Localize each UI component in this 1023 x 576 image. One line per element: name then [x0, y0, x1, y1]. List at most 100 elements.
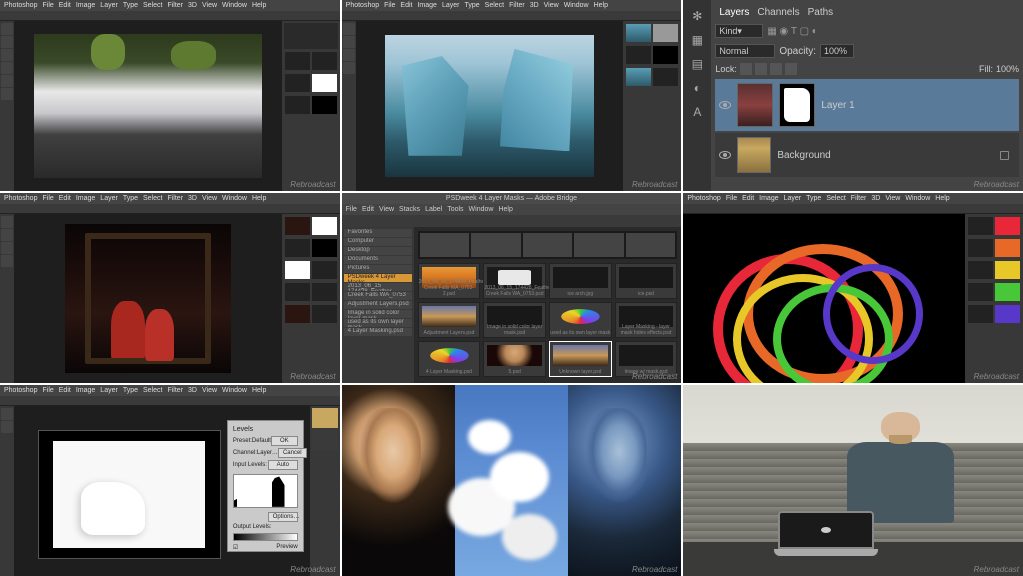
- auto-button[interactable]: Auto: [268, 460, 298, 470]
- cancel-button[interactable]: Cancel: [278, 448, 307, 458]
- right-panels: [623, 21, 681, 191]
- file-thumb[interactable]: Image in solid color layer mask.psd: [483, 302, 546, 338]
- tools-panel[interactable]: [0, 214, 14, 384]
- file-thumb[interactable]: 5.psd: [483, 341, 546, 377]
- file-thumb[interactable]: Adjustment Layers.psd: [418, 302, 481, 338]
- levels-dialog[interactable]: Levels Preset:DefaultOK Channel:Layer…Ca…: [227, 420, 304, 552]
- right-panels: [310, 406, 340, 576]
- layer-thumbnail[interactable]: [737, 137, 771, 173]
- rings-image: [683, 214, 965, 384]
- adjustments-icon[interactable]: ◐: [689, 80, 705, 96]
- photoshop-menubar: PhotoshopFileEditImageLayerTypeSelectFil…: [0, 193, 340, 204]
- options-bar: [0, 11, 340, 21]
- rebroadcast-watermark: Rebroadcast: [974, 565, 1019, 574]
- layer-row-layer1[interactable]: Layer 1: [715, 79, 1019, 131]
- clone-tool-icon[interactable]: [1, 88, 13, 100]
- channel-select[interactable]: Layer…: [257, 450, 278, 456]
- lock-pixels-icon[interactable]: [755, 63, 767, 75]
- cell-bridge: PSDweek 4 Layer Masks — Adobe Bridge Fil…: [342, 193, 682, 384]
- brush-tool-icon[interactable]: [1, 75, 13, 87]
- file-thumb[interactable]: ice.psd: [615, 263, 678, 299]
- canvas-viewport[interactable]: [14, 21, 282, 191]
- tab-paths[interactable]: Paths: [808, 7, 834, 18]
- cell-presenter: Rebroadcast: [683, 385, 1023, 576]
- preview-strip: [418, 231, 678, 259]
- blend-mode-select[interactable]: Normal: [715, 44, 775, 58]
- layers-strip[interactable]: [284, 51, 338, 71]
- file-thumb[interactable]: Layer Masking - layer mask hides effects…: [615, 302, 678, 338]
- settings-icon[interactable]: ✻: [689, 8, 705, 24]
- options-bar: [683, 204, 1023, 214]
- tools-panel[interactable]: [0, 406, 14, 576]
- canvas-viewport[interactable]: [356, 21, 624, 191]
- rebroadcast-watermark: Rebroadcast: [290, 372, 335, 381]
- navigator-panel[interactable]: [284, 23, 338, 49]
- opacity-input[interactable]: 100%: [820, 44, 854, 58]
- file-thumb[interactable]: 4 Layer Masking.psd: [418, 341, 481, 377]
- right-panels: [965, 214, 1023, 384]
- layer-mask-thumbnail[interactable]: [779, 83, 815, 127]
- options-button[interactable]: Options…: [268, 512, 298, 522]
- file-thumb[interactable]: ice arch.jpg: [549, 263, 612, 299]
- swatches-icon[interactable]: ▦: [689, 32, 705, 48]
- monks-image: [65, 224, 231, 373]
- file-thumb[interactable]: 2013_06_15_174428_Feather Creek Falls WA…: [418, 263, 481, 299]
- type-icon[interactable]: A: [689, 104, 705, 120]
- cell-elephant-levels: PhotoshopFileEditImageLayerTypeSelectFil…: [0, 385, 340, 576]
- lock-icon: [1000, 151, 1009, 160]
- ok-button[interactable]: OK: [271, 436, 298, 446]
- folder-tree[interactable]: Favorites Computer Desktop Documents Pic…: [342, 227, 414, 384]
- options-bar: [0, 204, 340, 214]
- options-bar: [342, 11, 682, 21]
- bridge-title-bar: PSDweek 4 Layer Masks — Adobe Bridge: [342, 193, 682, 204]
- preview-checkbox[interactable]: Preview: [276, 544, 297, 550]
- tab-layers[interactable]: Layers: [719, 7, 749, 18]
- file-thumb-selected[interactable]: Unknown layer.psd: [549, 341, 612, 377]
- fill-input[interactable]: 100%: [996, 64, 1019, 74]
- file-thumb[interactable]: used as its own layer mask: [549, 302, 612, 338]
- canvas-viewport[interactable]: [14, 214, 282, 384]
- layer-thumbnail[interactable]: [737, 83, 773, 127]
- lock-position-icon[interactable]: [770, 63, 782, 75]
- histogram[interactable]: [233, 474, 298, 508]
- rebroadcast-watermark: Rebroadcast: [974, 180, 1019, 189]
- dialog-title: Levels: [231, 424, 300, 435]
- visibility-icon[interactable]: [719, 151, 731, 159]
- cell-iceberg: Photoshop File Edit Image Layer Type Sel…: [342, 0, 682, 191]
- marquee-tool-icon[interactable]: [1, 36, 13, 48]
- visibility-icon[interactable]: [719, 101, 731, 109]
- kind-filter[interactable]: Kind ▾: [715, 24, 763, 38]
- portrait-composited: [568, 385, 681, 576]
- preset-select[interactable]: Default: [252, 438, 271, 444]
- cell-waterfall: Photoshop File Edit Image Layer Type Sel…: [0, 0, 340, 191]
- canvas-viewport[interactable]: Levels Preset:DefaultOK Channel:Layer…Ca…: [14, 406, 310, 576]
- tools-panel[interactable]: [0, 21, 14, 191]
- bridge-menubar: FileEditViewStacksLabelToolsWindowHelp: [342, 204, 682, 215]
- photoshop-menubar: PhotoshopFileEditImageLayerTypeSelectFil…: [683, 193, 1023, 204]
- panel-dock: ✻ ▦ ▤ ◐ A: [683, 0, 711, 191]
- file-thumb[interactable]: 2013_06_15_174428_Feather Creek Falls WA…: [483, 263, 546, 299]
- photoshop-menubar: Photoshop File Edit Image Layer Type Sel…: [342, 0, 682, 11]
- lock-all-icon[interactable]: [785, 63, 797, 75]
- options-bar: [0, 396, 340, 406]
- crop-tool-icon[interactable]: [1, 62, 13, 74]
- move-tool-icon[interactable]: [1, 23, 13, 35]
- bridge-toolbar: [342, 215, 682, 227]
- right-panels: [282, 21, 340, 191]
- iceberg-image: [385, 35, 594, 178]
- tools-panel[interactable]: [342, 21, 356, 191]
- canvas-viewport[interactable]: [683, 214, 965, 384]
- thumbnail-grid: Photoshop File Edit Image Layer Type Sel…: [0, 0, 1023, 576]
- history-icon[interactable]: ▤: [689, 56, 705, 72]
- output-gradient[interactable]: [233, 533, 298, 541]
- rebroadcast-watermark: Rebroadcast: [632, 372, 677, 381]
- elephant-mask-image: [38, 430, 221, 559]
- lock-transparency-icon[interactable]: [740, 63, 752, 75]
- tab-channels[interactable]: Channels: [757, 7, 799, 18]
- cell-rings: PhotoshopFileEditImageLayerTypeSelectFil…: [683, 193, 1023, 384]
- laptop-screen: [778, 511, 873, 548]
- clouds-image: [455, 385, 568, 576]
- layer-row-background[interactable]: Background: [715, 133, 1019, 177]
- rebroadcast-watermark: Rebroadcast: [290, 180, 335, 189]
- lasso-tool-icon[interactable]: [1, 49, 13, 61]
